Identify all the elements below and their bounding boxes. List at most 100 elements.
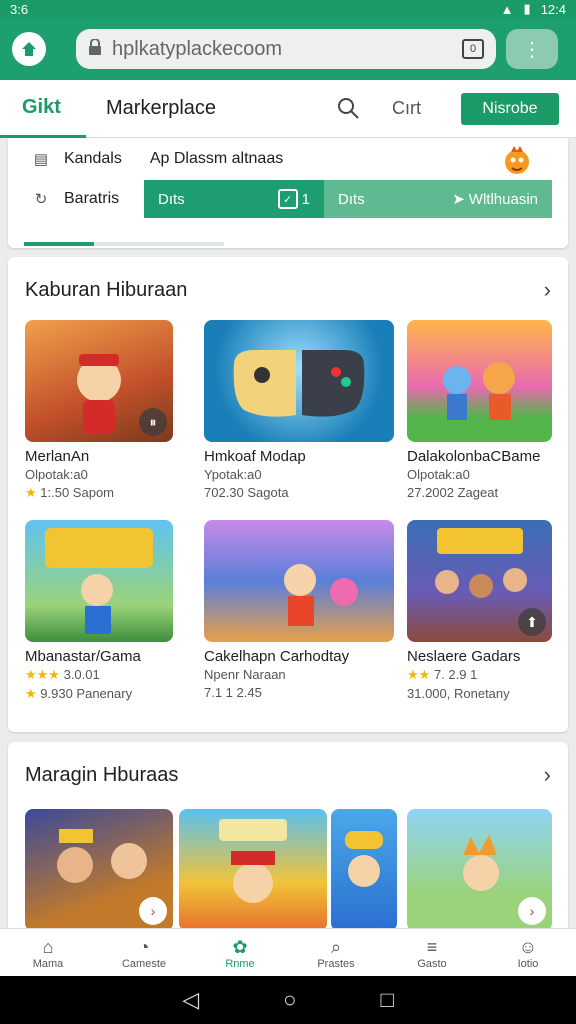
game-icon: ✿	[232, 936, 248, 957]
check-icon: ✓	[277, 189, 298, 209]
segment-label: Dıts	[338, 190, 365, 208]
section-title: Kaburan Hiburaan	[25, 278, 188, 301]
game-card[interactable]: ›	[25, 809, 173, 931]
game-thumbnail: ›	[407, 809, 552, 931]
chevron-right-icon[interactable]: ›	[139, 897, 167, 925]
game-name: Cakelhapn Carhodtay	[204, 648, 350, 665]
chevron-right-icon[interactable]: ›	[518, 897, 546, 925]
refresh-icon: ↻	[34, 191, 48, 208]
filter-row-kandals[interactable]: ▤ Kandals Ap Dlassm altnaas	[30, 148, 283, 170]
nav-label: Mama	[32, 957, 64, 970]
game-card[interactable]: ›	[407, 809, 552, 931]
game-subtitle: Ypotak:a0	[204, 467, 262, 482]
segmented-control: Dıts ✓ 1 Dıts ➤ Wltlhuasin	[144, 180, 552, 218]
game-meta: 7.1 1 2.45	[204, 685, 262, 700]
game-thumbnail	[204, 520, 394, 642]
nav-label: Rnme	[225, 957, 255, 970]
rating-stars: ★	[25, 686, 37, 701]
segment-dits-2[interactable]: Dıts ➤ Wltlhuasin	[324, 180, 552, 218]
home-button[interactable]	[12, 32, 46, 66]
segment-label: Dıts	[158, 190, 185, 208]
game-meta: 27.2002 Zageat	[407, 485, 499, 500]
progress-bar	[24, 242, 224, 246]
chevron-right-icon[interactable]: ›	[544, 762, 551, 788]
app-logo[interactable]: Gikt	[0, 80, 86, 138]
filter-card: ▤ Kandals Ap Dlassm altnaas ↻ Baratris D…	[8, 138, 568, 248]
back-icon[interactable]: ◁	[182, 987, 199, 1013]
game-card[interactable]: Hmkoaf Modap Ypotak:a0 702.30 Sagota	[204, 320, 394, 500]
game-subtitle: Npenr Naraan	[204, 667, 286, 682]
nav-item-iotio[interactable]: ☺ Iotio	[480, 929, 576, 976]
game-subtitle: 7. 2.9 1	[433, 667, 478, 682]
section-kaburan-hiburaan: Kaburan Hiburaan › ⏸ MerlanAn Olpotak:a0…	[8, 257, 568, 732]
recents-icon[interactable]: □	[380, 987, 393, 1013]
game-subtitle: 3.0.01	[63, 667, 100, 682]
nav-item-prastes[interactable]: ⌕ Prastes	[288, 929, 384, 976]
game-meta: 702.30 Sagota	[204, 485, 289, 500]
filter-value: Ap Dlassm altnaas	[149, 150, 284, 167]
game-card[interactable]	[331, 809, 397, 931]
filter-label: Baratris	[64, 190, 120, 207]
chevron-right-icon[interactable]: ›	[544, 277, 551, 303]
game-thumbnail: ›	[25, 809, 173, 931]
menu-button[interactable]: ⋮	[506, 29, 558, 69]
segment-count: 1	[301, 190, 310, 208]
game-card[interactable]: DalakolonbaCBame Olpotak:a0 27.2002 Zage…	[407, 320, 552, 500]
send-icon: ➤	[452, 191, 465, 208]
dots-icon: ⋮	[522, 38, 542, 61]
game-card[interactable]	[179, 809, 327, 931]
game-thumbnail: ⏸	[25, 320, 173, 442]
wifi-icon: ▲	[500, 1, 514, 17]
nav-label: Gasto	[417, 957, 447, 970]
header-cta-button[interactable]: Nisrobe	[461, 92, 559, 125]
game-thumbnail	[331, 809, 397, 931]
segment-dits-1[interactable]: Dıts ✓ 1	[144, 180, 324, 218]
game-card[interactable]: ⏸ MerlanAn Olpotak:a0 ★ 1:.50 Sapom	[25, 320, 173, 501]
nav-item-rnme[interactable]: ✿ Rnme	[192, 929, 288, 976]
home-icon: ⌂	[42, 936, 54, 957]
database-icon: ≡	[426, 936, 438, 957]
address-bar[interactable]: hplkatyplackecoom 0	[76, 29, 496, 69]
section-maragin-hburaas: Maragin Hburaas › › ›	[8, 742, 568, 932]
segment-action: Wltlhuasin	[468, 190, 538, 208]
game-thumbnail	[407, 320, 552, 442]
nav-label: Iotio	[517, 957, 539, 970]
search-icon: ⌕	[330, 936, 342, 957]
nav-item-gasto[interactable]: ≡ Gasto	[384, 929, 480, 976]
header-link[interactable]: Cırt	[392, 98, 421, 119]
game-meta: 9.930 Panenary	[40, 686, 133, 701]
section-title: Maragin Hburaas	[25, 763, 179, 786]
search-icon[interactable]	[336, 96, 362, 122]
status-clock: 12:4	[540, 1, 566, 17]
mascot-icon	[505, 146, 529, 174]
browser-toolbar: hplkatyplackecoom 0 ⋮	[0, 18, 576, 80]
page-title: Markerplace	[106, 97, 217, 119]
nav-label: Cameste	[121, 957, 167, 970]
game-name: Mbanastar/Gama	[25, 648, 141, 665]
nav-item-mama[interactable]: ⌂ Mama	[0, 929, 96, 976]
game-badge[interactable]: ⬆	[518, 608, 546, 636]
list-icon: ▤	[33, 151, 49, 168]
game-thumbnail	[179, 809, 327, 931]
status-bar: 3:6 ▲ ▮ 12:4	[0, 0, 576, 18]
game-subtitle: Olpotak:a0	[25, 467, 88, 482]
game-meta: 31.000, Ronetany	[407, 686, 510, 701]
rating-stars: ★	[25, 485, 37, 500]
game-subtitle: Olpotak:a0	[407, 467, 470, 482]
game-thumbnail	[204, 320, 394, 442]
nav-item-cameste[interactable]: ◔ Cameste	[96, 929, 192, 976]
game-badge[interactable]: ⏸	[139, 408, 167, 436]
app-header: Gikt Markerplace Cırt Nisrobe	[0, 80, 576, 138]
game-card[interactable]: Mbanastar/Gama ★★★ 3.0.01 ★ 9.930 Panena…	[25, 520, 173, 702]
lock-icon	[88, 37, 102, 61]
tabs-icon[interactable]: 0	[462, 39, 484, 59]
bottom-nav: ⌂ Mama ◔ Cameste ✿ Rnme ⌕ Prastes ≡ Gasto ☺ Io…	[0, 928, 576, 976]
home-icon	[22, 42, 36, 56]
game-card[interactable]: Cakelhapn Carhodtay Npenr Naraan 7.1 1 2…	[204, 520, 394, 700]
home-circle-icon[interactable]: ○	[283, 987, 296, 1013]
url-text: hplkatyplackecoom	[112, 37, 283, 60]
signal-icon: ▮	[523, 1, 531, 16]
game-thumbnail	[25, 520, 173, 642]
game-card[interactable]: ⬆ Neslaere Gadars ★★ 7. 2.9 1 31.000, Ro…	[407, 520, 552, 701]
filter-row-baratris[interactable]: ↻ Baratris	[30, 188, 119, 210]
